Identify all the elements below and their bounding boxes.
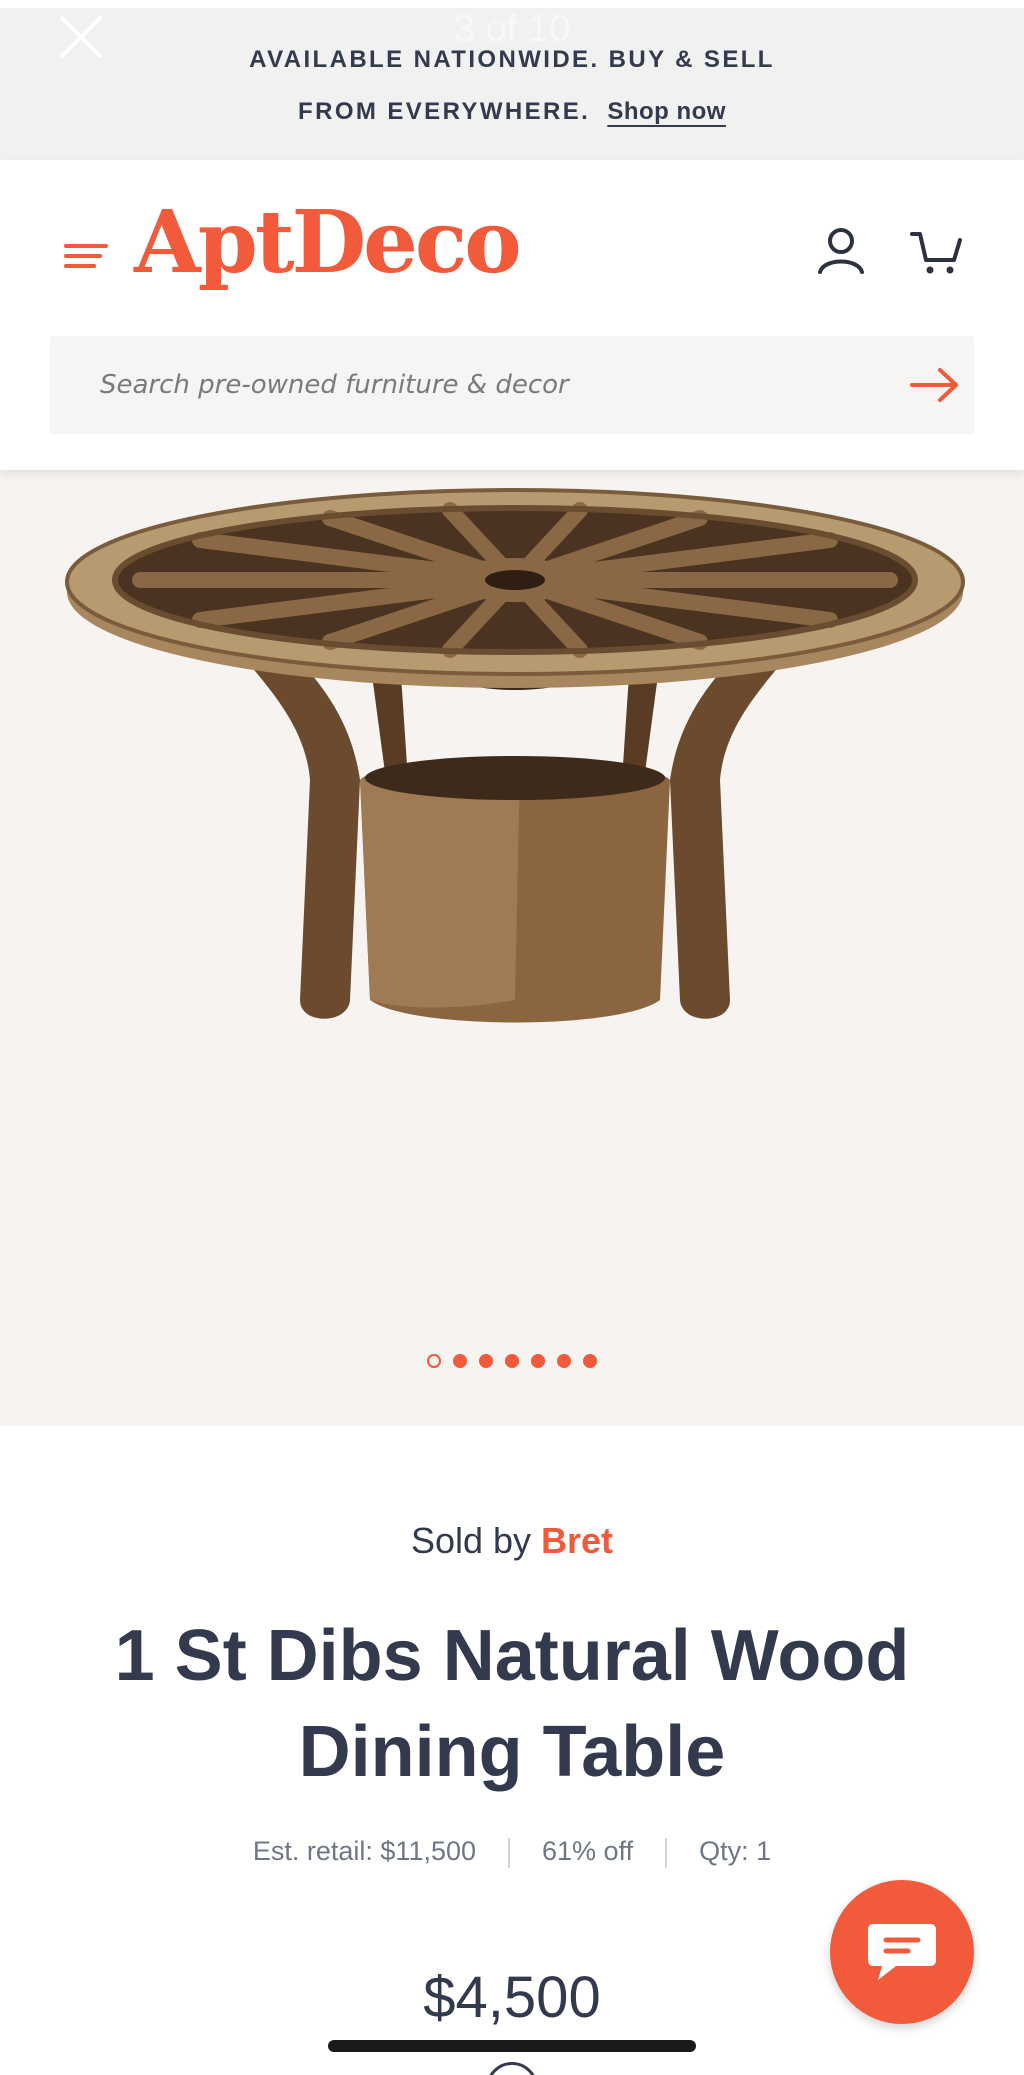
product-image [65, 488, 965, 1023]
search-bar [50, 336, 974, 434]
gallery-dot[interactable] [583, 1354, 597, 1368]
gallery-dot[interactable] [531, 1354, 545, 1368]
arrow-right-icon[interactable] [908, 362, 964, 408]
banner-line-1: AVAILABLE NATIONWIDE. BUY & SELL [249, 46, 775, 73]
site-header: AptDeco [0, 160, 1024, 470]
gallery-dot[interactable] [427, 1354, 441, 1368]
chat-button[interactable] [830, 1880, 974, 2024]
discount: 61% off [542, 1836, 634, 1866]
gallery-dots [0, 1354, 1024, 1368]
gallery-dot[interactable] [505, 1354, 519, 1368]
product-meta: Est. retail: $11,500 61% off Qty: 1 [0, 1836, 1024, 1868]
gallery-dot[interactable] [453, 1354, 467, 1368]
home-indicator [328, 2040, 696, 2052]
promo-banner: 3 of 10 AVAILABLE NATIONWIDE. BUY & SELL… [0, 8, 1024, 160]
aptdeco-logo[interactable]: AptDeco [134, 200, 522, 286]
chat-bubble-icon [868, 1924, 936, 1980]
hamburger-menu-icon[interactable] [62, 238, 110, 274]
status-strip [0, 0, 1024, 8]
quantity: Qty: 1 [699, 1836, 772, 1866]
image-counter: 3 of 10 [453, 8, 571, 50]
meta-divider [665, 1837, 668, 1868]
cart-icon[interactable] [908, 226, 964, 278]
shop-now-link[interactable]: Shop now [607, 98, 726, 125]
sold-by: Sold by Bret [0, 1520, 1024, 1562]
product-title: 1 St Dibs Natural Wood Dining Table [114, 1616, 910, 1792]
user-icon[interactable] [814, 224, 868, 278]
gallery-dot[interactable] [479, 1354, 493, 1368]
sold-by-label: Sold by [410, 1520, 532, 1561]
product-gallery[interactable] [0, 470, 1024, 1426]
search-input[interactable] [100, 336, 860, 434]
gallery-dot[interactable] [557, 1354, 571, 1368]
meta-divider [508, 1837, 511, 1868]
banner-line-2: FROM EVERYWHERE. Shop now [0, 98, 1024, 126]
seller-link[interactable]: Bret [541, 1520, 613, 1561]
peek-icon [486, 2062, 538, 2075]
est-retail: Est. retail: $11,500 [252, 1836, 477, 1866]
banner-line-2-text: FROM EVERYWHERE. [298, 98, 591, 125]
